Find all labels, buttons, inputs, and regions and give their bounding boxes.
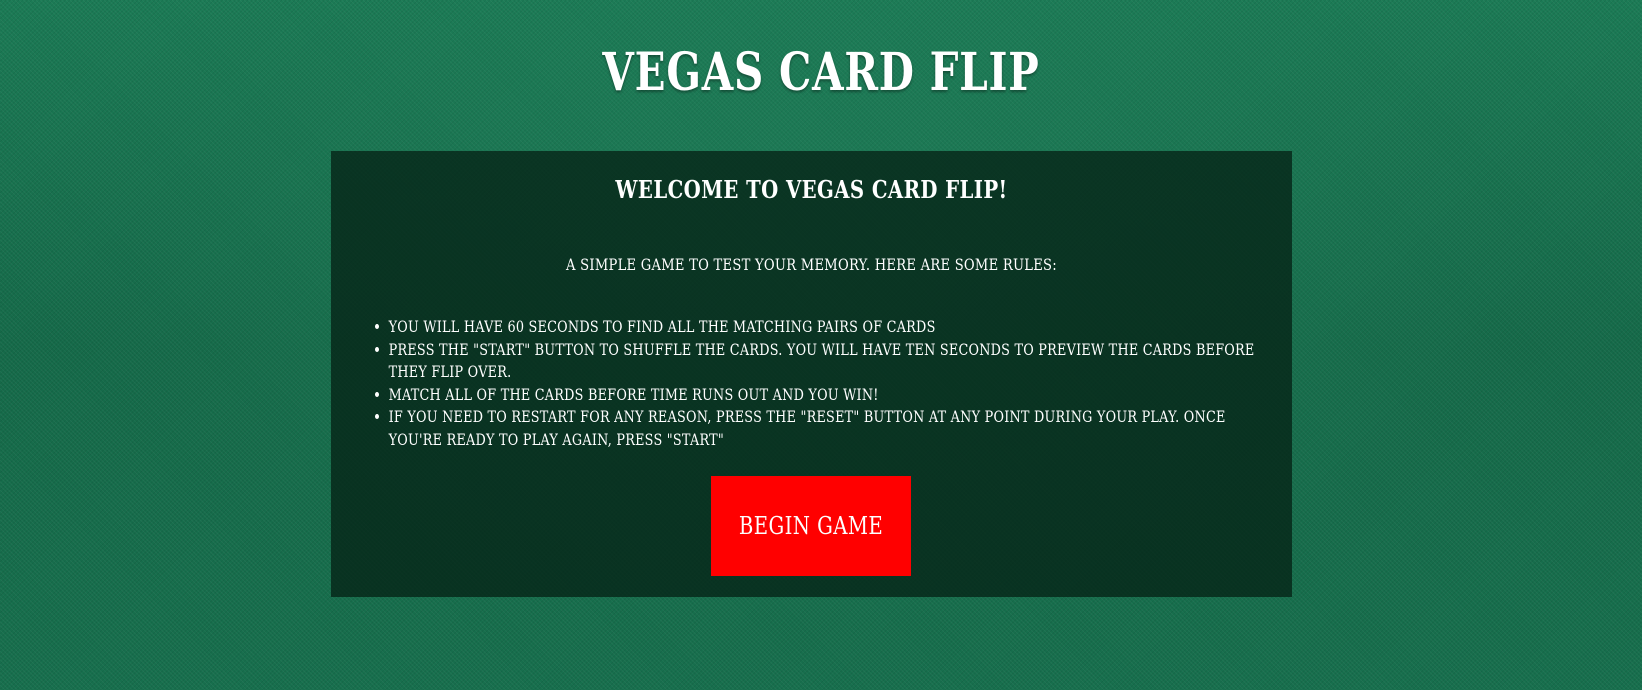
rules-panel: Welcome to Vegas Card Flip! A simple gam… [331, 151, 1292, 597]
begin-game-label: Begin Game [738, 512, 884, 540]
intro-text: A simple game to test your memory. Here … [566, 255, 1057, 274]
rule-item: If you need to restart for any reason, p… [389, 406, 1269, 451]
welcome-heading: Welcome to Vegas Card Flip! [615, 175, 1008, 204]
rule-item: Match all of the cards before time runs … [389, 384, 1269, 407]
rules-list: You will have 60 seconds to find all the… [371, 316, 1269, 451]
rule-item: Press the "Start" button to shuffle the … [389, 339, 1269, 384]
page-title: Vegas Card Flip [602, 42, 1040, 103]
begin-game-button[interactable]: Begin Game [711, 476, 911, 576]
rule-item: You will have 60 seconds to find all the… [389, 316, 1269, 339]
